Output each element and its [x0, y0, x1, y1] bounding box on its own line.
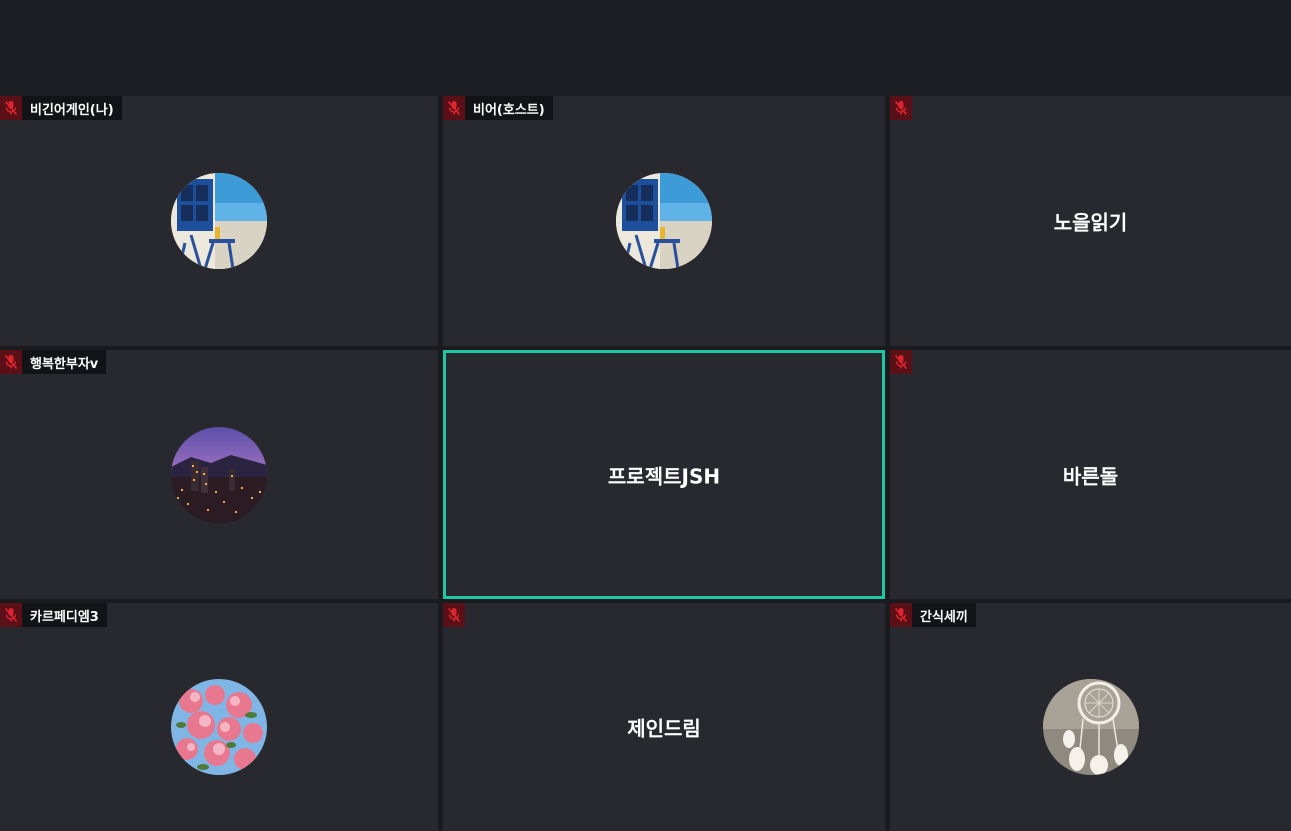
name-bar: 비긴어게인(나) [0, 96, 122, 120]
participant-tile[interactable]: 비긴어게인(나) [0, 96, 438, 346]
participant-tile[interactable]: 비어(호스트) [443, 96, 885, 346]
participant-display-name: 제인드림 [627, 716, 701, 741]
participant-name: 간식세끼 [920, 609, 968, 625]
participant-display-name: 프로젝트JSH [607, 464, 721, 488]
participant-tile[interactable]: 노을읽기 [890, 96, 1291, 346]
name-bar: 행복한부자v [0, 350, 107, 374]
participant-tile[interactable]: 제인드림 [443, 603, 885, 831]
name-bar [890, 96, 912, 120]
participant-name: 비긴어게인(나) [30, 102, 114, 118]
mic-muted-icon [443, 603, 465, 627]
avatar [171, 426, 267, 523]
name-bar: 카르페디엠3 [0, 603, 107, 627]
participant-tile[interactable]: 바른돌 [890, 350, 1291, 599]
name-bar: 간식세끼 [890, 603, 976, 627]
participant-name: 비어(호스트) [473, 102, 545, 118]
participant-grid: 비긴어게인(나) 비어(호스트) 노을읽기 행복한부자v 프로젝트JSH 바른돌… [0, 96, 1291, 831]
participant-tile[interactable]: 간식세끼 [890, 603, 1291, 831]
participant-display-name: 바른돌 [1062, 464, 1119, 488]
avatar [616, 173, 712, 269]
name-bar: 비어(호스트) [443, 96, 553, 120]
participant-tile-active-speaker[interactable]: 프로젝트JSH [443, 350, 885, 599]
participant-display-name: 노을읽기 [1053, 210, 1128, 235]
avatar [171, 173, 267, 269]
top-bar [0, 0, 1291, 96]
mic-muted-icon [443, 96, 465, 120]
name-bar [443, 603, 465, 627]
participant-name: 카르페디엠3 [30, 609, 99, 625]
avatar [171, 679, 267, 775]
avatar [1042, 679, 1139, 775]
mic-muted-icon [890, 96, 912, 120]
mic-muted-icon [0, 350, 22, 374]
participant-tile[interactable]: 카르페디엠3 [0, 603, 438, 831]
mic-muted-icon [890, 350, 912, 374]
participant-tile[interactable]: 행복한부자v [0, 350, 438, 599]
participant-name: 행복한부자v [30, 356, 99, 372]
name-bar [890, 350, 912, 374]
mic-muted-icon [890, 603, 912, 627]
mic-muted-icon [0, 603, 22, 627]
mic-muted-icon [0, 96, 22, 120]
